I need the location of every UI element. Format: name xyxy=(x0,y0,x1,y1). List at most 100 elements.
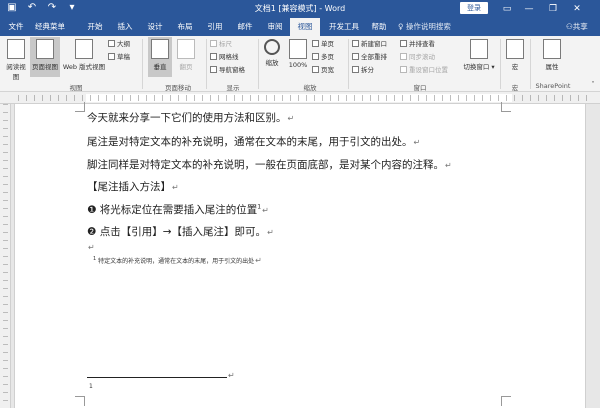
document-page[interactable]: 今天就来分享一下它们的使用方法和区别。↵ 尾注是对特定文本的补充说明，通常在文本… xyxy=(14,102,586,408)
step-1[interactable]: ❶ 将光标定位在需要插入尾注的位置1↵ xyxy=(87,202,269,217)
vruler-ticks xyxy=(3,104,8,408)
web-layout-button[interactable]: Web 版式视图 xyxy=(62,39,106,71)
one-page-icon xyxy=(312,40,319,47)
zoom-100-icon xyxy=(289,39,307,59)
restore-button[interactable]: ❐ xyxy=(542,0,564,18)
zoom-group-label: 缩放 xyxy=(303,84,317,92)
sync-scroll-button[interactable]: 同步滚动 xyxy=(400,52,435,63)
draft-button[interactable]: 草稿 xyxy=(108,52,130,63)
nav-pane-checkbox[interactable]: 导航窗格 xyxy=(210,65,245,76)
quick-access-toolbar: ▣ ↶ ↷ ▾ xyxy=(6,2,78,14)
new-window-button[interactable]: 新建窗口 xyxy=(352,39,387,50)
side-to-side-button[interactable]: 翻页 xyxy=(176,39,196,71)
new-window-icon xyxy=(352,40,359,47)
macro-icon xyxy=(506,39,524,59)
side-by-side-button[interactable]: 并排查看 xyxy=(400,39,435,50)
endnote-text[interactable]: 1 特定文本的补充说明，通常在文本的末尾，用于引文的出处↵ xyxy=(93,256,262,265)
page-width-button[interactable]: 页宽 xyxy=(312,65,334,76)
share-button[interactable]: ⚇共享 xyxy=(566,18,588,36)
read-mode-button[interactable]: 阅读视图 xyxy=(4,39,28,81)
sync-scroll-icon xyxy=(400,53,407,60)
split-icon xyxy=(352,66,359,73)
tab-references[interactable]: 引用 xyxy=(202,18,228,36)
customize-qat-icon[interactable]: ▾ xyxy=(66,2,78,14)
tab-layout[interactable]: 布局 xyxy=(172,18,198,36)
checkbox-icon xyxy=(210,53,217,60)
outline-button[interactable]: 大纲 xyxy=(108,39,130,50)
page-icon xyxy=(36,39,54,59)
login-button[interactable]: 登录 xyxy=(460,2,488,14)
section-heading[interactable]: 【尾注插入方法】↵ xyxy=(87,179,179,194)
gridlines-checkbox[interactable]: 网格线 xyxy=(210,52,239,63)
minimize-button[interactable]: — xyxy=(518,0,540,18)
empty-paragraph[interactable]: ↵ xyxy=(87,241,95,253)
window-title: 文档1 [兼容模式] - Word xyxy=(254,4,346,13)
window-group-label: 窗口 xyxy=(413,84,427,92)
properties-icon xyxy=(543,39,561,59)
separator xyxy=(258,39,259,89)
tab-review[interactable]: 审阅 xyxy=(262,18,288,36)
tab-help[interactable]: 帮助 xyxy=(366,18,392,36)
vertical-button[interactable]: 垂直 xyxy=(148,37,172,77)
page-width-icon xyxy=(312,66,319,73)
reset-position-icon xyxy=(400,66,407,73)
endnote-reference[interactable]: 1 xyxy=(257,204,261,211)
one-page-button[interactable]: 单页 xyxy=(312,39,334,50)
arrange-icon xyxy=(352,53,359,60)
tab-developer[interactable]: 开发工具 xyxy=(324,18,364,36)
macros-group-label: 宏 xyxy=(511,84,519,92)
ribbon-tabs: 文件 经典菜单 开始 插入 设计 布局 引用 邮件 审阅 视图 开发工具 帮助 … xyxy=(0,18,600,36)
endnote-marker: 1 xyxy=(93,256,97,262)
tab-view[interactable]: 视图 xyxy=(290,18,320,36)
tab-file[interactable]: 文件 xyxy=(4,18,28,36)
title-bar: ▣ ↶ ↷ ▾ 文档1 [兼容模式] - Word 登录 ▭ — ❐ ✕ xyxy=(0,0,600,18)
views-group-label: 视图 xyxy=(69,84,83,92)
tab-insert[interactable]: 插入 xyxy=(112,18,138,36)
collapse-ribbon-icon[interactable]: ˄ xyxy=(588,80,598,88)
margin-corner xyxy=(75,396,85,406)
ruler-ticks xyxy=(18,95,588,101)
paragraph[interactable]: 今天就来分享一下它们的使用方法和区别。↵ xyxy=(87,110,294,125)
person-icon: ⚇ xyxy=(566,22,573,31)
zoom-button[interactable]: 缩放 xyxy=(262,39,282,67)
ruler-checkbox[interactable]: 标尺 xyxy=(210,39,232,50)
save-icon[interactable]: ▣ xyxy=(6,2,18,14)
side-by-side-icon xyxy=(400,40,407,47)
print-layout-button[interactable]: 页面视图 xyxy=(30,37,60,77)
split-button[interactable]: 拆分 xyxy=(352,65,374,76)
tab-mailings[interactable]: 邮件 xyxy=(232,18,258,36)
reset-window-position-button[interactable]: 重设窗口位置 xyxy=(400,65,448,76)
footnote-separator xyxy=(87,377,227,378)
separator xyxy=(500,39,501,89)
margin-corner xyxy=(75,102,85,112)
tab-classic-menu[interactable]: 经典菜单 xyxy=(30,18,70,36)
multiple-pages-button[interactable]: 多页 xyxy=(312,52,334,63)
zoom-100-button[interactable]: 100% xyxy=(286,39,310,69)
checkbox-icon xyxy=(210,66,217,73)
magnifier-icon xyxy=(264,39,280,55)
margin-corner xyxy=(501,396,511,406)
undo-icon[interactable]: ↶ xyxy=(26,2,38,14)
switch-windows-button[interactable]: 切换窗口 ▾ xyxy=(462,39,496,71)
separator xyxy=(530,39,531,89)
close-button[interactable]: ✕ xyxy=(566,0,588,18)
tab-design[interactable]: 设计 xyxy=(142,18,168,36)
margin-corner xyxy=(501,102,511,112)
sharepoint-group-label: SharePoint xyxy=(535,82,571,90)
redo-icon[interactable]: ↷ xyxy=(46,2,58,14)
paragraph-mark: ↵ xyxy=(228,371,235,380)
properties-button[interactable]: 属性 xyxy=(540,39,564,71)
switch-windows-icon xyxy=(470,39,488,59)
tell-me-box[interactable]: ♀ 操作说明搜索 xyxy=(398,18,451,36)
step-2[interactable]: ❷ 点击【引用】→【插入尾注】即可。↵ xyxy=(87,224,274,239)
footnote-marker[interactable]: 1 xyxy=(89,383,93,390)
vertical-ruler[interactable] xyxy=(0,104,11,408)
ribbon-display-icon[interactable]: ▭ xyxy=(496,0,518,18)
paragraph[interactable]: 脚注同样是对特定文本的补充说明，一般在页面底部，是对某个内容的注释。↵ xyxy=(87,157,452,172)
separator xyxy=(348,39,349,89)
arrange-all-button[interactable]: 全部重排 xyxy=(352,52,387,63)
tab-home[interactable]: 开始 xyxy=(82,18,108,36)
paragraph[interactable]: 尾注是对特定文本的补充说明，通常在文本的末尾，用于引文的出处。↵ xyxy=(87,134,420,149)
macros-button[interactable]: 宏 xyxy=(506,39,524,71)
show-group-label: 显示 xyxy=(226,84,240,92)
